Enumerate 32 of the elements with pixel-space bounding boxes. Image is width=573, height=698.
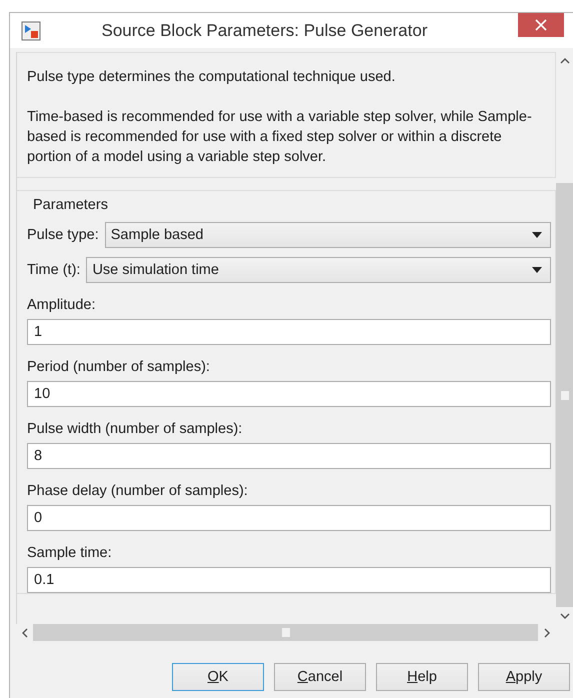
scroll-thumb[interactable] — [556, 183, 573, 607]
description-text: Time-based is recommended for use with a variable step solver, while Sample-based is recommended for use with a fixed step solver or within a discrete portion of a model using a variable step solver. — [27, 108, 533, 167]
field-label: Amplitude: — [27, 297, 97, 313]
dropdown[interactable]: Use simulation time — [86, 257, 551, 283]
field-label: Pulse type: — [27, 227, 99, 243]
description-text: Pulse type determines the computational technique used. — [27, 68, 396, 87]
dialog-button[interactable]: OK — [172, 663, 264, 691]
dropdown[interactable]: Sample based — [104, 222, 551, 248]
field-label: Period (number of samples): — [27, 359, 211, 375]
scroll-down-icon[interactable] — [560, 612, 570, 618]
input-field[interactable]: 10 — [27, 381, 551, 407]
dialog-button[interactable]: Cancel — [274, 663, 366, 691]
dropdown-arrow-icon — [532, 232, 542, 238]
scroll-right-icon[interactable] — [544, 628, 550, 638]
group-title: Parameters — [33, 197, 109, 213]
scroll-left-icon[interactable] — [22, 628, 28, 638]
input-field[interactable]: 0.1 — [27, 567, 551, 593]
field-label: Sample time: — [27, 545, 113, 561]
field-label: Time (t): — [27, 262, 80, 278]
field-label: Phase delay (number of samples): — [27, 483, 249, 499]
field-label: Pulse width (number of samples): — [27, 421, 244, 437]
input-field[interactable]: 0 — [27, 505, 551, 531]
dialog-button[interactable]: Help — [376, 663, 468, 691]
dropdown-arrow-icon — [532, 267, 542, 273]
close-button[interactable] — [518, 13, 564, 37]
input-field[interactable]: 8 — [27, 443, 551, 469]
dialog-button[interactable]: Apply — [478, 663, 570, 691]
scroll-up-icon[interactable] — [560, 58, 570, 64]
block-icon — [21, 20, 41, 40]
window-title: Source Block Parameters: Pulse Generator — [100, 20, 428, 40]
close-icon — [535, 19, 547, 31]
input-field[interactable]: 1 — [27, 319, 551, 345]
